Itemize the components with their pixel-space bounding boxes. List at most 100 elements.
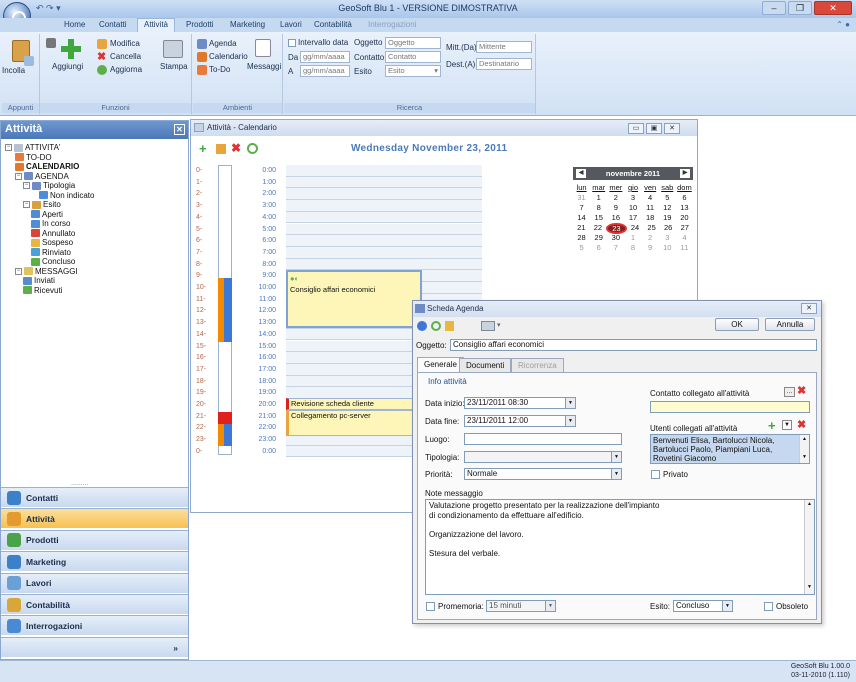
time-slot[interactable]: [286, 165, 482, 177]
remove-user-icon[interactable]: ✖: [797, 418, 806, 431]
chevron-down-icon[interactable]: ▼: [611, 452, 621, 462]
subject-search-input[interactable]: Oggetto: [385, 37, 441, 49]
sender-search-input[interactable]: Mittente: [476, 41, 532, 53]
data-fine-input[interactable]: 23/11/2011 12:00 ▼: [464, 415, 576, 427]
navigation-overflow-button[interactable]: »: [1, 637, 188, 657]
day-cell[interactable]: 1: [624, 233, 641, 242]
tree-node[interactable]: − AGENDA: [15, 172, 69, 182]
chevron-down-icon[interactable]: ▼: [722, 601, 732, 611]
promemoria-checkbox[interactable]: [426, 602, 435, 611]
print-icon[interactable]: [163, 40, 183, 58]
next-month-icon[interactable]: ▶: [680, 169, 690, 178]
edit-button[interactable]: Modifica: [110, 39, 140, 48]
time-slot[interactable]: [286, 246, 482, 259]
day-cell[interactable]: 15: [590, 213, 607, 222]
tree-node[interactable]: − Esito: [23, 200, 61, 210]
tab-home[interactable]: Home: [58, 19, 91, 30]
scrollbar[interactable]: ▲ ▼: [804, 500, 814, 594]
day-cell[interactable]: 1: [590, 193, 607, 202]
quick-access-toolbar[interactable]: ↶ ↷ ▾: [36, 3, 61, 14]
chevron-down-icon[interactable]: ▼: [565, 398, 575, 408]
day-cell[interactable]: 10: [659, 243, 676, 252]
privato-checkbox[interactable]: [651, 470, 660, 479]
expander-icon[interactable]: −: [23, 182, 30, 190]
agenda-button[interactable]: Agenda: [209, 39, 237, 48]
day-cell[interactable]: 7: [607, 243, 624, 252]
mdi-close-button[interactable]: ✕: [664, 123, 680, 134]
minimize-button[interactable]: –: [762, 1, 786, 15]
splitter-grip[interactable]: .........: [71, 480, 89, 487]
refresh-icon[interactable]: [247, 143, 258, 154]
contact-search-input[interactable]: Contatto: [385, 51, 441, 63]
day-cell[interactable]: 19: [659, 213, 676, 222]
maximize-button[interactable]: ❐: [788, 1, 812, 15]
info-icon[interactable]: [417, 321, 427, 331]
event-collegamento[interactable]: Collegamento pc-server: [286, 410, 414, 436]
chevron-down-icon[interactable]: ▼: [545, 601, 555, 611]
tree-node[interactable]: Sospeso: [31, 238, 73, 248]
day-cell[interactable]: 9: [607, 203, 624, 212]
print-icon[interactable]: [481, 321, 495, 331]
calendar-button[interactable]: Calendario: [209, 52, 248, 61]
delete-icon[interactable]: ✖: [97, 52, 107, 63]
tab-documenti[interactable]: Documenti: [459, 358, 512, 372]
time-slot[interactable]: [286, 235, 482, 247]
contatto-input[interactable]: [650, 401, 810, 413]
tab-contabilita[interactable]: Contabilità: [308, 19, 358, 30]
tab-ricorrenza[interactable]: Ricorrenza: [511, 358, 564, 372]
day-cell[interactable]: 9: [642, 243, 659, 252]
day-cell[interactable]: 4: [642, 193, 659, 202]
day-cell[interactable]: 3: [659, 233, 676, 242]
event-revisione[interactable]: Revisione scheda cliente: [286, 398, 414, 410]
tab-marketing[interactable]: Marketing: [224, 19, 271, 30]
tree-node[interactable]: Ricevuti: [23, 286, 62, 296]
day-cell[interactable]: 7: [573, 203, 590, 212]
day-cell[interactable]: 5: [573, 243, 590, 252]
scrollbar[interactable]: ▲ ▼: [799, 435, 809, 463]
edit-icon[interactable]: [216, 144, 226, 154]
tree-node[interactable]: CALENDARIO: [15, 162, 79, 172]
messages-button-label[interactable]: Messaggi: [247, 62, 281, 71]
dialog-close-button[interactable]: ✕: [801, 303, 817, 314]
tab-contatti[interactable]: Contatti: [93, 19, 133, 30]
tab-prodotti[interactable]: Prodotti: [180, 19, 220, 30]
oggetto-input[interactable]: Consiglio affari economici: [450, 339, 817, 351]
close-button[interactable]: ✕: [814, 1, 852, 15]
messages-icon[interactable]: [255, 39, 271, 57]
tree-node[interactable]: Rinviato: [31, 248, 71, 258]
tab-lavori[interactable]: Lavori: [274, 19, 308, 30]
remove-contact-icon[interactable]: ✖: [797, 384, 806, 397]
chevron-down-icon[interactable]: ▼: [782, 420, 792, 430]
mdi-restore-button[interactable]: ▣: [646, 123, 662, 134]
promemoria-select[interactable]: 15 minuti ▼: [486, 600, 556, 612]
nav-button-prodotti[interactable]: Prodotti: [1, 529, 188, 550]
day-cell[interactable]: 20: [676, 213, 693, 222]
priorita-select[interactable]: Normale ▼: [464, 468, 622, 480]
day-cell[interactable]: 17: [624, 213, 641, 222]
data-inizio-input[interactable]: 23/11/2011 08:30 ▼: [464, 397, 576, 409]
luogo-input[interactable]: [464, 433, 622, 445]
tree-node[interactable]: − ATTIVITA': [5, 143, 60, 153]
from-date-input[interactable]: gg/mm/aaaa: [300, 51, 350, 63]
day-cell[interactable]: 31: [573, 193, 590, 202]
delete-icon[interactable]: ✖: [231, 141, 241, 155]
day-cell[interactable]: 2: [607, 193, 624, 202]
refresh-button[interactable]: Aggiorna: [110, 65, 142, 74]
paste-button-label[interactable]: Incolla: [2, 66, 25, 75]
day-cell[interactable]: 12: [659, 203, 676, 212]
expander-icon[interactable]: −: [23, 201, 30, 209]
tipologia-select[interactable]: ▼: [464, 451, 622, 463]
print-button-label[interactable]: Stampa: [160, 62, 188, 71]
tab-attivita[interactable]: Attività: [137, 18, 176, 32]
day-cell[interactable]: 8: [590, 203, 607, 212]
tree-node[interactable]: − Tipologia: [23, 181, 75, 191]
outcome-search-select[interactable]: Esito ▾: [385, 65, 441, 77]
time-slot[interactable]: [286, 211, 482, 224]
day-cell[interactable]: 30: [607, 233, 624, 242]
tree-node[interactable]: In corso: [31, 219, 70, 229]
day-cell[interactable]: 11: [676, 243, 693, 252]
lock-icon[interactable]: [445, 321, 454, 331]
day-cell[interactable]: 16: [607, 213, 624, 222]
tree-node[interactable]: Annullato: [31, 229, 75, 239]
obsoleto-checkbox[interactable]: [764, 602, 773, 611]
